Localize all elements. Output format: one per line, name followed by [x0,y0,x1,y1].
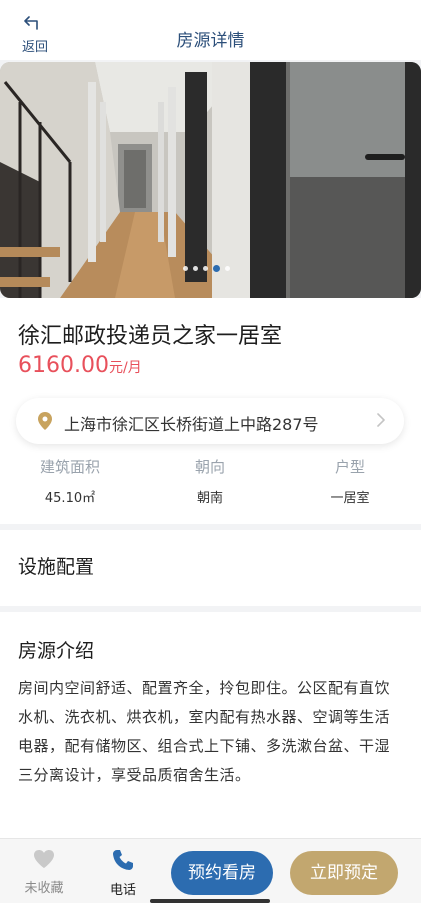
spec-area: 建筑面积 45.10㎡ [10,456,130,506]
introduction-title: 房源介绍 [18,640,95,662]
facilities-section: 设施配置 [0,530,421,606]
phone-label: 电话 [109,883,136,898]
address-text: 上海市徐汇区长桥街道上中路287号 [64,415,319,434]
spec-layout: 户型 一居室 [290,456,410,506]
bottom-action-bar: 未收藏 电话 预约看房 立即预定 [0,838,421,903]
carousel-dot[interactable] [225,266,230,271]
book-now-button[interactable]: 立即预定 [290,851,398,895]
heart-icon [34,850,54,868]
listing-title: 徐汇邮政投递员之家一居室 [18,324,283,349]
listing-photo-carousel[interactable] [0,62,421,298]
carousel-dot-active[interactable] [213,265,220,272]
chevron-right-icon [377,413,385,427]
phone-button[interactable]: 电话 [93,849,153,898]
room-photo [0,62,421,298]
favorite-button[interactable]: 未收藏 [14,849,74,896]
page-title: 房源详情 [176,31,245,51]
listing-info-card: 徐汇邮政投递员之家一居室 6160.00元/月 上海市徐汇区长桥街道上中路287… [0,298,421,524]
carousel-dot[interactable] [203,266,208,271]
home-indicator [150,899,270,903]
price-value: 6160.00 [18,353,109,378]
spec-label: 户型 [334,458,365,476]
facilities-title: 设施配置 [18,556,95,578]
carousel-dot[interactable] [193,266,198,271]
introduction-text: 房间内空间舒适、配置齐全，拎包即住。公区配有直饮水机、洗衣机、烘衣机，室内配有热… [18,679,391,784]
spec-label: 建筑面积 [39,458,100,476]
spec-value: 一居室 [330,491,370,506]
spec-label: 朝向 [194,458,225,476]
listing-price: 6160.00元/月 [18,353,142,378]
spec-value: 朝南 [196,491,223,506]
favorite-label: 未收藏 [24,881,64,896]
listing-specs: 建筑面积 45.10㎡ 朝向 朝南 户型 一居室 [0,456,421,506]
introduction-section: 房源介绍 房间内空间舒适、配置齐全，拎包即住。公区配有直饮水机、洗衣机、烘衣机，… [0,612,421,838]
price-unit: 元/月 [108,360,142,376]
spec-orientation: 朝向 朝南 [150,456,270,506]
carousel-dot[interactable] [183,266,188,271]
carousel-indicator [183,265,230,272]
address-row[interactable]: 上海市徐汇区长桥街道上中路287号 [16,398,404,444]
location-pin-icon [38,412,52,430]
top-navigation-bar: 返回 房源详情 [0,0,421,60]
phone-icon [113,850,133,870]
schedule-viewing-button[interactable]: 预约看房 [171,851,273,895]
spec-value: 45.10㎡ [44,491,96,506]
